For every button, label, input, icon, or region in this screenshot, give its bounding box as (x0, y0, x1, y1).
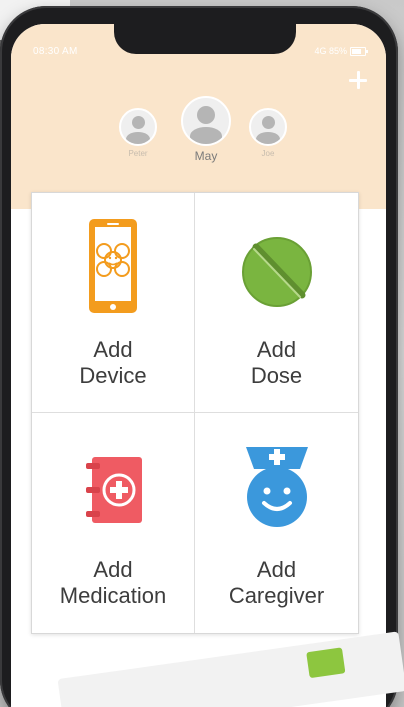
profile-name: Joe (261, 149, 275, 158)
avatar (119, 108, 157, 146)
profile-name: May (194, 149, 218, 163)
avatar (181, 96, 231, 146)
battery-icon (350, 46, 368, 56)
status-time: 08:30 AM (33, 46, 78, 57)
avatar-head (261, 116, 275, 129)
tile-label-line2: Caregiver (228, 583, 325, 608)
profile-switcher: Peter May Joe (11, 96, 386, 186)
profile-may[interactable]: May (181, 96, 231, 163)
photo-stage: 08:30 AM 4G 85% Peter May Joe Add Device… (0, 0, 404, 707)
tile-label: Add Caregiver (229, 557, 324, 609)
nurse-icon (232, 439, 322, 535)
profile-name: Peter (128, 149, 148, 158)
tile-label: Add Dose (251, 337, 302, 389)
avatar-body (190, 127, 222, 144)
pill-icon (232, 219, 322, 315)
avatar (249, 108, 287, 146)
add-profile-button[interactable] (346, 68, 370, 92)
phone-frame: 08:30 AM 4G 85% Peter May Joe Add Device… (0, 6, 398, 707)
tile-label-line1: Add (256, 337, 297, 362)
medical-book-icon (68, 439, 158, 535)
tile-label-line1: Add (93, 557, 133, 582)
background-device-accent (306, 647, 346, 679)
profile-peter[interactable]: Peter (119, 108, 157, 158)
tile-label-line2: Device (79, 363, 147, 388)
phone-device-icon (68, 219, 158, 315)
tile-label: Add Medication (60, 557, 166, 609)
add-caregiver-button[interactable]: Add Caregiver (195, 413, 358, 633)
profile-joe[interactable]: Joe (249, 108, 287, 158)
tile-label-line2: Dose (250, 363, 303, 388)
tile-label-line1: Add (93, 337, 133, 362)
add-medication-button[interactable]: Add Medication (32, 413, 195, 633)
tile-label: Add Device (79, 337, 146, 389)
status-network-battery: 4G 85% (314, 46, 347, 56)
status-indicators: 4G 85% (314, 46, 368, 56)
add-device-button[interactable]: Add Device (32, 193, 195, 413)
action-grid: Add Device Add Dose Add Medication Add C… (31, 192, 359, 634)
tile-label-line2: Medication (59, 583, 167, 608)
avatar-head (197, 106, 215, 124)
add-dose-button[interactable]: Add Dose (195, 193, 358, 413)
tile-label-line1: Add (256, 557, 297, 582)
avatar-body (126, 132, 150, 144)
phone-notch (114, 24, 296, 54)
avatar-head (131, 116, 145, 129)
avatar-body (256, 132, 280, 144)
